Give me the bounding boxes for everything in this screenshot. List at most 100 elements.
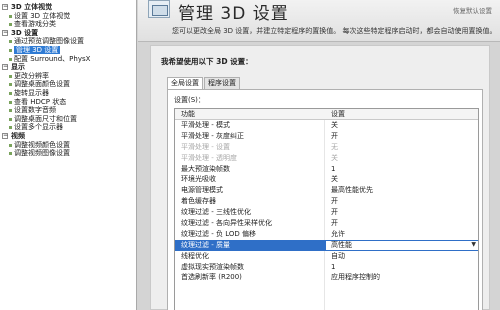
tree-item-label: 设置 3D 立体视觉 (14, 11, 71, 20)
settings-tabs: 全局设置 程序设置 (167, 77, 241, 90)
task-link-icon (9, 83, 12, 87)
setting-value: 关 (331, 121, 338, 129)
tree-item-label: 配置 Surround、PhysX (14, 54, 91, 63)
setting-row[interactable]: 纹理过滤 - 各向异性采样优化 开 (175, 218, 478, 229)
setting-feature: 纹理过滤 - 各向异性采样优化 (181, 219, 272, 228)
tree-item[interactable]: 设置多个显示器 (0, 123, 136, 132)
page-header: 管理 3D 设置 恢复默认设置 您可以更改全局 3D 设置，并建立特定程序的置换… (138, 0, 500, 42)
task-link-icon (9, 126, 12, 130)
setting-feature: 平滑处理 - 灰度纠正 (181, 131, 244, 140)
setting-value: 1 (331, 262, 336, 271)
column-header-setting: 设置 (331, 110, 345, 118)
tree-item-label: 3D 设置 (11, 28, 39, 37)
tree-item[interactable]: 设置数字音频 (0, 106, 136, 115)
tab-content: 设置(S)： 功能 设置 平滑处理 - 模式关平滑处理 - 灰度纠正开平滑处理 … (167, 89, 483, 310)
setting-value: 高性能 (331, 240, 352, 249)
setting-row[interactable]: 纹理过滤 - 质量 高性能 ▼ (175, 239, 478, 251)
tab-program-settings[interactable]: 程序设置 (204, 77, 240, 89)
settings-grid: 功能 设置 平滑处理 - 模式关平滑处理 - 灰度纠正开平滑处理 - 设置无平滑… (174, 108, 479, 310)
tree-item[interactable]: 调整视频颜色设置 (0, 141, 136, 150)
task-link-icon (9, 48, 12, 52)
setting-row[interactable]: 着色缓存器 开 (175, 196, 478, 207)
tree-item[interactable]: 调整视频图像设置 (0, 149, 136, 158)
setting-value: 开 (331, 131, 338, 140)
collapse-icon[interactable]: − (2, 4, 8, 10)
setting-feature: 着色缓存器 (181, 197, 216, 206)
setting-row[interactable]: 平滑处理 - 透明度 关 (175, 153, 478, 164)
setting-feature: 纹理过滤 - 质量 (181, 240, 230, 249)
column-header-feature: 功能 (181, 110, 195, 118)
setting-row[interactable]: 最大预渲染帧数 1 (175, 164, 478, 175)
setting-value-dropdown[interactable]: 高性能 ▼ (325, 239, 478, 251)
tree-item[interactable]: 调整桌面颜色设置 (0, 80, 136, 89)
task-link-icon (9, 40, 12, 44)
tree-item[interactable]: 配置 Surround、PhysX (0, 55, 136, 64)
task-link-icon (9, 117, 12, 121)
tree-item-label: 显示 (11, 63, 25, 72)
setting-feature: 线程优化 (181, 251, 209, 260)
tree-item[interactable]: 设置 3D 立体视觉 (0, 12, 136, 21)
task-link-icon (9, 100, 12, 104)
tree-item[interactable]: 查看游戏分类 (0, 20, 136, 29)
tree-item-label: 通过预览调整图像设置 (14, 37, 84, 46)
setting-row[interactable]: 纹理过滤 - 三线性优化 开 (175, 207, 478, 218)
task-link-icon (9, 74, 12, 78)
setting-row[interactable]: 平滑处理 - 灰度纠正 开 (175, 131, 478, 142)
collapse-icon[interactable]: − (2, 29, 8, 36)
collapse-icon[interactable]: − (2, 132, 8, 139)
page-description: 您可以更改全局 3D 设置，并建立特定程序的置换值。 每次这些特定程序启动时，都… (172, 27, 497, 35)
tree-group[interactable]: − 视频 (0, 132, 136, 141)
setting-row[interactable]: 平滑处理 - 设置 无 (175, 142, 478, 153)
setting-value: 开 (331, 197, 338, 206)
navigation-tree: −3D 立体视觉 设置 3D 立体视觉 查看游戏分类 −3D 设置 通过预览调整图像设置… (0, 0, 137, 310)
task-link-icon (9, 14, 12, 18)
setting-value: 最高性能优先 (331, 186, 373, 195)
display-settings-icon (148, 0, 170, 18)
task-link-icon (9, 91, 12, 95)
setting-feature: 虚拟现实预渲染帧数 (181, 262, 244, 271)
setting-row[interactable]: 首选刷新率 (R200) 应用程序控制的 (175, 272, 478, 283)
tree-item[interactable]: 查看 HDCP 状态 (0, 98, 136, 107)
setting-value: 开 (331, 219, 338, 228)
setting-value: 关 (331, 175, 338, 184)
setting-feature: 纹理过滤 - 负 LOD 偏移 (181, 229, 256, 238)
page-title: 管理 3D 设置 (178, 4, 289, 24)
chevron-down-icon[interactable]: ▼ (471, 240, 476, 251)
setting-feature: 纹理过滤 - 三线性优化 (181, 208, 251, 217)
settings-heading: 我希望使用以下 3D 设置： (161, 57, 253, 66)
tree-item[interactable]: 管理 3D 设置 (0, 45, 136, 55)
setting-feature: 首选刷新率 (R200) (181, 273, 242, 282)
setting-row[interactable]: 平滑处理 - 模式 关 (175, 120, 478, 131)
tree-item-label: 调整视频图像设置 (14, 149, 70, 158)
setting-row[interactable]: 环境光吸收 关 (175, 174, 478, 185)
tree-group[interactable]: −3D 立体视觉 (0, 3, 136, 12)
setting-row[interactable]: 纹理过滤 - 负 LOD 偏移 允许 (175, 229, 478, 240)
setting-feature: 电源管理模式 (181, 186, 223, 195)
settings-list-label: 设置(S)： (174, 96, 205, 104)
tree-group[interactable]: − 显示 (0, 63, 136, 72)
setting-row[interactable]: 线程优化 自动 (175, 251, 478, 262)
setting-row[interactable]: 虚拟现实预渲染帧数 1 (175, 262, 478, 273)
tree-item-label: 调整桌面颜色设置 (14, 80, 70, 89)
setting-feature: 平滑处理 - 透明度 (181, 153, 237, 162)
setting-feature: 环境光吸收 (181, 175, 216, 184)
collapse-icon[interactable]: − (2, 64, 8, 71)
setting-value: 开 (331, 208, 338, 217)
task-link-icon (9, 152, 12, 156)
tree-item[interactable]: 旋转显示器 (0, 89, 136, 98)
grid-header: 功能 设置 (175, 109, 478, 120)
tree-item-label: 查看游戏分类 (14, 20, 56, 29)
setting-value: 允许 (331, 229, 345, 238)
setting-row[interactable]: 电源管理模式 最高性能优先 (175, 185, 478, 196)
tree-item-label: 调整桌面尺寸和位置 (14, 114, 77, 123)
tree-item-label: 设置数字音频 (14, 106, 56, 115)
settings-panel: 我希望使用以下 3D 设置： 全局设置 程序设置 设置(S)： 功能 设置 平滑… (150, 45, 490, 310)
setting-value: 无 (331, 142, 338, 151)
task-link-icon (9, 57, 12, 61)
tree-item-label: 查看 HDCP 状态 (14, 97, 67, 106)
task-link-icon (9, 109, 12, 113)
tree-item[interactable]: 通过预览调整图像设置 (0, 37, 136, 46)
restore-defaults-link[interactable]: 恢复默认设置 (453, 5, 492, 15)
setting-value: 1 (331, 164, 336, 173)
tree-item-label: 旋转显示器 (14, 88, 49, 97)
